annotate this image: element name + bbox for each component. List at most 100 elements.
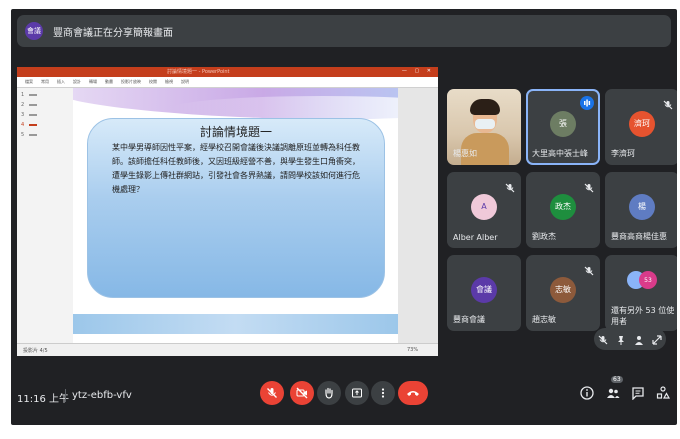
powerpoint-titlebar: 討論情境題一 - PowerPoint — ▢ ✕ xyxy=(17,67,438,77)
avatar: 楊 xyxy=(629,193,655,220)
avatar: 會議 xyxy=(471,276,497,303)
slide-canvas: 討論情境題一 某中學男導師因性平案，經學校召開會議後決議調離原班並轉為科任教師。… xyxy=(73,88,398,334)
ribbon-tab: 檢視 xyxy=(165,79,173,84)
mic-off-icon xyxy=(663,95,673,114)
participant-tile-liu[interactable]: 政杰 劉政杰 xyxy=(526,172,600,248)
participant-name: 豐商會議 xyxy=(453,315,485,324)
participant-tile-meeting[interactable]: 會議 豐商會議 xyxy=(447,255,521,331)
powerpoint-statusbar: 投影片 4/5 73% xyxy=(17,343,438,356)
participant-count-badge: 63 xyxy=(611,376,623,383)
present-button[interactable] xyxy=(345,381,369,405)
more-options-icon xyxy=(381,388,385,398)
participant-tile-others[interactable]: 53 還有另外 53 位使用者 xyxy=(605,255,677,331)
participant-tile-zhao[interactable]: 志敏 趙志敏 xyxy=(526,255,600,331)
ribbon-tab: 檔案 xyxy=(25,79,33,84)
pin-off-icon[interactable] xyxy=(616,330,626,349)
avatar: 濟珂 xyxy=(629,110,655,137)
slide-number: 1 xyxy=(21,92,25,98)
tile-overflow-controls xyxy=(594,328,666,350)
participant-tile-yang[interactable]: 楊惠如 xyxy=(447,89,521,165)
avatar: A xyxy=(471,193,497,220)
participant-name: 大里高中張士峰 xyxy=(532,149,588,158)
present-icon xyxy=(352,388,362,398)
info-icon[interactable] xyxy=(579,385,595,401)
avatar: 政杰 xyxy=(550,193,576,220)
thumbnail-bar xyxy=(29,114,37,116)
ribbon-tab: 設計 xyxy=(73,79,81,84)
slide-body-text: 某中學男導師因性平案，經學校召開會議後決議調離原班並轉為科任教師。該師擔任科任教… xyxy=(112,143,360,194)
more-options-button[interactable] xyxy=(371,381,395,405)
powerpoint-window-title: 討論情境題一 - PowerPoint xyxy=(167,69,230,75)
mic-off-icon xyxy=(584,261,594,280)
slide-swoosh-highlight xyxy=(173,96,398,120)
presenting-text: 豐商會議正在分享簡報畫面 xyxy=(53,27,173,39)
others-avatar-2: 53 xyxy=(639,271,657,289)
thumbnail-bar xyxy=(29,134,37,136)
participant-name: 李濟珂 xyxy=(611,149,635,158)
avatar: 張 xyxy=(550,110,576,137)
thumbnail-bar-active xyxy=(29,124,37,126)
participant-name: 還有另外 53 位使用者 xyxy=(611,306,675,326)
ribbon-tab: 校閱 xyxy=(149,79,157,84)
powerpoint-side-panel xyxy=(398,88,438,343)
ribbon-tab: 常用 xyxy=(41,79,49,84)
slide-thumbnail-pane: 1 2 3 4 5 xyxy=(17,88,73,343)
control-bar: 11:16 上午 ytz-ebfb-vfv 63 xyxy=(11,375,677,425)
video-hair xyxy=(470,99,500,115)
slide-number: 3 xyxy=(21,112,25,118)
slide-content-card: 討論情境題一 某中學男導師因性平案，經學校召開會議後決議調離原班並轉為科任教師。… xyxy=(87,118,385,298)
expand-icon[interactable] xyxy=(652,330,662,349)
ribbon-tab: 投影片放映 xyxy=(121,79,141,84)
video-mask xyxy=(475,119,495,129)
activities-icon[interactable] xyxy=(655,385,671,401)
ribbon-tab: 插入 xyxy=(57,79,65,84)
slide-bottom-band xyxy=(73,314,398,334)
status-slide-count: 投影片 4/5 xyxy=(23,348,48,354)
participant-tile-li[interactable]: 濟珂 李濟珂 xyxy=(605,89,677,165)
mic-off-icon[interactable] xyxy=(598,330,608,349)
powerpoint-ribbon: 檔案 常用 插入 設計 轉場 動畫 投影片放映 校閱 檢視 說明 xyxy=(17,77,438,88)
end-call-button[interactable] xyxy=(398,381,428,405)
end-call-icon xyxy=(407,391,419,396)
meeting-code: ytz-ebfb-vfv xyxy=(72,390,132,401)
raise-hand-button[interactable] xyxy=(317,381,341,405)
speaking-indicator-icon xyxy=(580,95,594,114)
slide-number-active: 4 xyxy=(21,122,25,128)
participant-tile-yang2[interactable]: 楊 豐商高商楊佳惠 xyxy=(605,172,677,248)
clock: 11:16 上午 xyxy=(17,394,69,405)
participant-name: 劉政杰 xyxy=(532,232,556,241)
thumbnail-bar xyxy=(29,104,37,106)
avatar: 志敏 xyxy=(550,276,576,303)
ribbon-tab: 動畫 xyxy=(105,79,113,84)
participant-name: 豐商高商楊佳惠 xyxy=(611,232,667,241)
ribbon-tab: 說明 xyxy=(181,79,189,84)
people-icon[interactable]: 63 xyxy=(605,376,623,401)
ribbon-tab: 轉場 xyxy=(89,79,97,84)
presenter-avatar: 會議 xyxy=(25,22,43,40)
slide-number: 5 xyxy=(21,132,25,138)
mic-off-icon xyxy=(267,388,277,398)
others-avatar-stack: 53 xyxy=(627,271,659,291)
chat-icon[interactable] xyxy=(630,385,646,401)
camera-off-icon xyxy=(296,387,308,399)
participant-tile-zhang[interactable]: 張 大里高中張士峰 xyxy=(526,89,600,165)
slide-title: 討論情境題一 xyxy=(199,125,272,139)
thumbnail-bar xyxy=(29,94,37,96)
status-zoom: 73% xyxy=(407,347,419,353)
camera-toggle-button[interactable] xyxy=(290,381,314,405)
presenting-banner: 會議 豐商會議正在分享簡報畫面 xyxy=(17,15,671,47)
shared-screen: 討論情境題一 - PowerPoint — ▢ ✕ 檔案 常用 插入 設計 轉場… xyxy=(17,67,438,356)
window-controls: — ▢ ✕ xyxy=(401,68,434,74)
participant-name: 趙志敏 xyxy=(532,315,556,324)
participant-tile-alber[interactable]: A Alber Alber xyxy=(447,172,521,248)
mic-off-icon xyxy=(584,178,594,197)
participant-name: 楊惠如 xyxy=(453,149,477,158)
raise-hand-icon xyxy=(325,387,333,399)
divider xyxy=(65,389,66,402)
mic-off-icon xyxy=(505,178,515,197)
person-icon[interactable] xyxy=(634,330,644,349)
slide-number: 2 xyxy=(21,102,25,108)
meet-window: 會議 豐商會議正在分享簡報畫面 討論情境題一 - PowerPoint — ▢ … xyxy=(11,9,677,425)
participant-name: Alber Alber xyxy=(453,233,498,242)
mic-toggle-button[interactable] xyxy=(260,381,284,405)
